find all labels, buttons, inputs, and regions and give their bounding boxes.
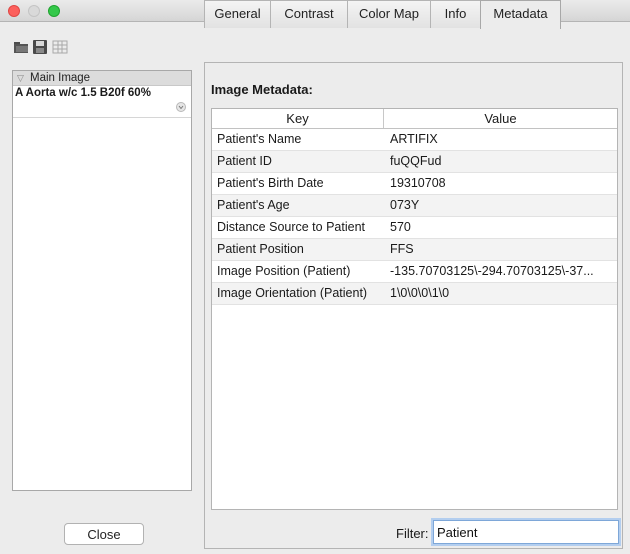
filter-label: Filter: xyxy=(396,526,429,541)
tab-contrast[interactable]: Contrast xyxy=(270,0,348,28)
tab-color-map[interactable]: Color Map xyxy=(347,0,431,28)
row-key: Image Orientation (Patient) xyxy=(217,286,368,300)
row-key: Patient's Name xyxy=(217,132,302,146)
row-key: Distance Source to Patient xyxy=(217,220,365,234)
row-key: Patient ID xyxy=(217,154,272,168)
layer-group-label: Main Image xyxy=(30,72,91,84)
table-row[interactable]: Image Position (Patient) -135.70703125\-… xyxy=(212,261,617,283)
row-key: Image Position (Patient) xyxy=(217,264,351,278)
table-row[interactable]: Patient's Age 073Y xyxy=(212,195,617,217)
column-header-key[interactable]: Key xyxy=(212,109,384,128)
row-value: 570 xyxy=(390,220,411,234)
table-row[interactable]: Image Orientation (Patient) 1\0\0\0\1\0 xyxy=(212,283,617,305)
table-header: Key Value xyxy=(212,109,617,129)
row-value: 073Y xyxy=(390,198,420,212)
grid-icon[interactable] xyxy=(52,40,68,54)
layer-group-header[interactable]: ▽ Main Image xyxy=(13,71,191,86)
filter-input[interactable] xyxy=(433,520,619,544)
tab-info[interactable]: Info xyxy=(430,0,481,28)
table-row[interactable]: Distance Source to Patient 570 xyxy=(212,217,617,239)
metadata-table: Key Value Patient's Name ARTIFIX Patient… xyxy=(211,108,618,510)
close-button[interactable]: Close xyxy=(64,523,144,545)
save-icon[interactable] xyxy=(32,40,48,54)
tab-general[interactable]: General xyxy=(204,0,271,28)
row-value: ARTIFIX xyxy=(390,132,438,146)
row-value: 19310708 xyxy=(390,176,446,190)
row-value: fuQQFud xyxy=(390,154,442,168)
tab-metadata[interactable]: Metadata xyxy=(480,0,561,29)
column-header-value[interactable]: Value xyxy=(384,109,617,128)
open-folder-icon[interactable] xyxy=(13,40,29,54)
row-key: Patient Position xyxy=(217,242,304,256)
row-key: Patient's Birth Date xyxy=(217,176,324,190)
row-value: 1\0\0\0\1\0 xyxy=(390,286,450,300)
table-row[interactable]: Patient ID fuQQFud xyxy=(212,151,617,173)
metadata-heading: Image Metadata: xyxy=(211,82,313,97)
table-row[interactable]: Patient Position FFS xyxy=(212,239,617,261)
inspector-window: Image Layer Inspector - ITK-SNAP ▽ Main … xyxy=(0,0,630,554)
layer-dropdown-icon[interactable] xyxy=(176,102,186,112)
layer-item[interactable]: A Aorta w/c 1.5 B20f 60% xyxy=(13,86,191,118)
disclosure-triangle-icon[interactable]: ▽ xyxy=(17,71,24,85)
table-row[interactable]: Patient's Birth Date 19310708 xyxy=(212,173,617,195)
row-key: Patient's Age xyxy=(217,198,290,212)
layer-list-panel: ▽ Main Image A Aorta w/c 1.5 B20f 60% xyxy=(12,70,192,491)
layer-name: A Aorta w/c 1.5 B20f 60% xyxy=(15,87,151,99)
table-row[interactable]: Patient's Name ARTIFIX xyxy=(212,129,617,151)
row-value: -135.70703125\-294.70703125\-37... xyxy=(390,264,594,278)
row-value: FFS xyxy=(390,242,414,256)
